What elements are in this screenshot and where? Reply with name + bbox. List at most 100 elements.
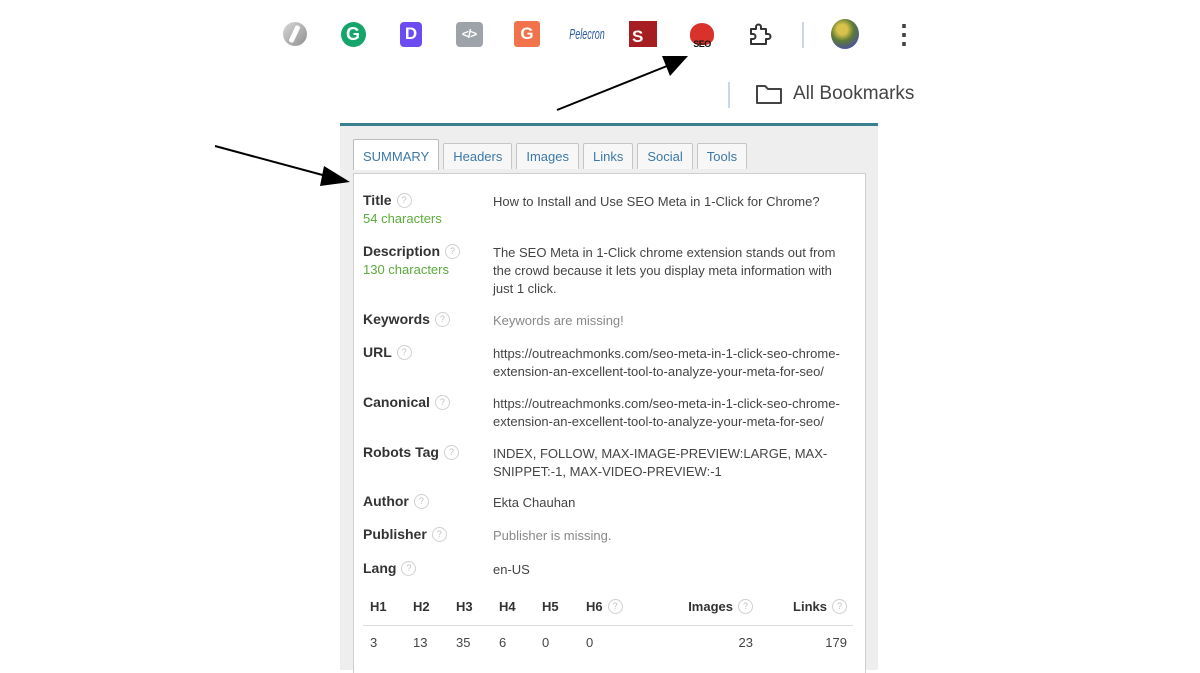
g-letter-icon: G <box>514 21 540 47</box>
h5-count: 0 <box>542 635 550 650</box>
seo-meta-icon-label: SEO <box>693 39 711 49</box>
h2-count: 13 <box>413 635 428 650</box>
author-value: Ekta Chauhan <box>493 495 576 510</box>
code-brackets-icon: </> <box>455 21 483 47</box>
bookmarks-separator <box>728 82 730 108</box>
help-icon[interactable]: ? <box>832 599 847 614</box>
help-icon[interactable]: ? <box>396 344 412 360</box>
s-red-square-icon: S <box>629 21 657 47</box>
g-orange-extension-button[interactable]: G <box>513 20 541 48</box>
keywords-label: Keywords <box>363 311 430 327</box>
publisher-label: Publisher <box>363 526 427 542</box>
column-links-wrap: Links ? <box>793 599 847 614</box>
browser-menu-button[interactable]: ⋮ <box>891 18 917 49</box>
robots-tag-label-wrap: Robots Tag ? <box>363 444 459 460</box>
more-vertical-icon: ⋮ <box>891 18 917 49</box>
column-h1: H1 <box>370 599 387 614</box>
description-label-wrap: Description ? <box>363 243 461 259</box>
help-icon[interactable]: ? <box>434 311 450 327</box>
url-label-wrap: URL ? <box>363 344 412 360</box>
description-char-count: 130 characters <box>363 262 449 277</box>
h6-count: 0 <box>586 635 594 650</box>
h1-count: 3 <box>370 635 378 650</box>
canonical-label-wrap: Canonical ? <box>363 394 450 410</box>
toolbar-separator <box>802 22 804 48</box>
profile-avatar-icon <box>831 19 859 49</box>
seo-meta-popup: SUMMARY Headers Images Links Social Tool… <box>340 123 878 673</box>
all-bookmarks-label: All Bookmarks <box>793 83 915 104</box>
stylized-s-icon <box>283 22 307 46</box>
seo-meta-extension-button[interactable]: SEO <box>688 20 716 49</box>
extensions-puzzle-icon <box>750 23 772 45</box>
tab-tools[interactable]: Tools <box>696 143 748 169</box>
tab-images[interactable]: Images <box>516 143 579 169</box>
column-images-wrap: Images ? <box>688 599 753 614</box>
code-extension-button[interactable]: </> <box>455 20 483 48</box>
help-icon[interactable]: ? <box>445 243 461 259</box>
tab-bar: SUMMARY Headers Images Links Social Tool… <box>353 139 748 170</box>
column-h3: H3 <box>456 599 473 614</box>
help-icon[interactable]: ? <box>607 599 623 614</box>
lang-label: Lang <box>363 560 397 576</box>
column-h5: H5 <box>542 599 559 614</box>
extensions-puzzle-button[interactable] <box>746 20 774 48</box>
robots-tag-value: INDEX, FOLLOW, MAX-IMAGE-PREVIEW:LARGE, … <box>493 446 828 479</box>
help-icon[interactable]: ? <box>434 394 450 410</box>
description-label: Description <box>363 243 441 259</box>
table-divider <box>363 625 853 626</box>
url-value[interactable]: https://outreachmonks.com/seo-meta-in-1-… <box>493 345 855 381</box>
folder-icon <box>756 85 782 104</box>
column-h6-wrap: H6 ? <box>586 599 623 614</box>
pelecron-text-icon: Pelecron <box>569 26 605 42</box>
h4-count: 6 <box>499 635 507 650</box>
title-value: How to Install and Use SEO Meta in 1-Cli… <box>493 194 820 209</box>
all-bookmarks-button[interactable]: All Bookmarks <box>755 83 914 105</box>
column-images: Images <box>688 599 733 614</box>
images-count: 23 <box>738 635 753 650</box>
grammarly-extension-button[interactable]: G <box>339 20 367 48</box>
title-label-wrap: Title ? <box>363 192 412 208</box>
canonical-value[interactable]: https://outreachmonks.com/seo-meta-in-1-… <box>493 395 855 431</box>
author-label-wrap: Author ? <box>363 493 429 509</box>
pelecron-extension-button[interactable]: Pelecron <box>569 20 605 48</box>
tab-links[interactable]: Links <box>583 143 634 169</box>
profile-avatar-button[interactable] <box>831 19 859 49</box>
keywords-value: Keywords are missing! <box>493 313 624 328</box>
help-icon[interactable]: ? <box>401 560 417 576</box>
arrow-to-summary-tab <box>214 145 331 178</box>
tab-social[interactable]: Social <box>637 143 693 169</box>
tab-headers[interactable]: Headers <box>443 143 513 169</box>
lang-label-wrap: Lang ? <box>363 560 417 576</box>
publisher-value: Publisher is missing. <box>493 528 612 543</box>
h3-count: 35 <box>456 635 471 650</box>
links-count: 179 <box>825 635 847 650</box>
arrow-to-seo-extension-head <box>662 56 688 76</box>
url-label: URL <box>363 344 392 360</box>
canonical-label: Canonical <box>363 394 430 410</box>
summary-content: Title ? 54 characters How to Install and… <box>353 173 866 673</box>
d-extension-button[interactable]: D <box>397 20 425 48</box>
seo-meta-icon: SEO <box>690 23 714 49</box>
help-icon[interactable]: ? <box>443 444 459 460</box>
help-icon[interactable]: ? <box>396 192 412 208</box>
column-h2: H2 <box>413 599 430 614</box>
d-letter-icon: D <box>400 21 422 47</box>
column-links: Links <box>793 599 827 614</box>
description-value: The SEO Meta in 1-Click chrome extension… <box>493 245 836 296</box>
title-char-count: 54 characters <box>363 211 442 226</box>
keywords-label-wrap: Keywords ? <box>363 311 450 327</box>
s-gray-extension-button[interactable] <box>281 20 309 48</box>
arrow-to-seo-extension <box>556 65 668 111</box>
title-label: Title <box>363 192 392 208</box>
help-icon[interactable]: ? <box>431 526 447 542</box>
tab-summary[interactable]: SUMMARY <box>353 139 440 170</box>
help-icon[interactable]: ? <box>413 493 429 509</box>
s-red-extension-button[interactable]: S <box>629 20 657 48</box>
help-icon[interactable]: ? <box>738 599 753 614</box>
column-h6: H6 <box>586 599 603 614</box>
publisher-label-wrap: Publisher ? <box>363 526 447 542</box>
author-label: Author <box>363 493 409 509</box>
lang-value: en-US <box>493 562 530 577</box>
robots-tag-label: Robots Tag <box>363 444 439 460</box>
grammarly-g-icon: G <box>340 21 366 47</box>
